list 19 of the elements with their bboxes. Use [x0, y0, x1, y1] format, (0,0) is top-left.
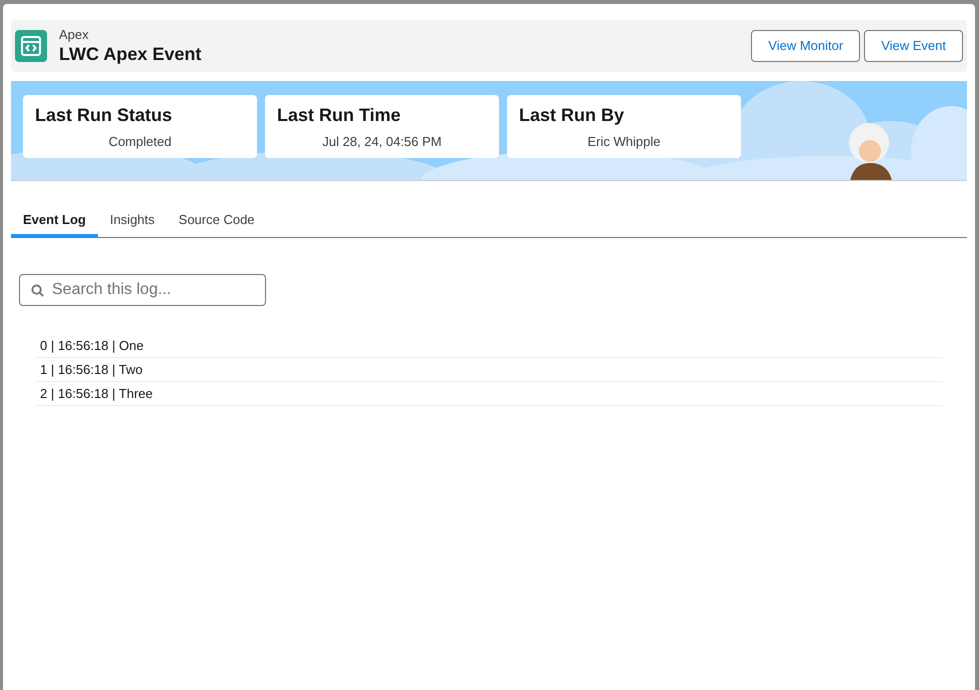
code-window-icon	[15, 30, 47, 62]
stat-value: Eric Whipple	[586, 133, 662, 151]
log-row: 1 | 16:56:18 | Two	[36, 358, 942, 382]
tab[interactable]: Source Code	[166, 205, 267, 237]
header-button[interactable]: View Monitor	[751, 30, 860, 62]
search-icon	[31, 284, 44, 297]
log-row: 0 | 16:56:18 | One	[36, 334, 942, 358]
subtitle: Apex	[59, 26, 90, 43]
stat-value: Jul 28, 24, 04:56 PM	[321, 133, 443, 151]
tab[interactable]: Event Log	[11, 205, 98, 237]
window-title: LWC Apex Event	[59, 42, 202, 66]
tab[interactable]: Insights	[98, 205, 167, 237]
stat-value: Completed	[108, 133, 172, 151]
header-button[interactable]: View Event	[864, 30, 963, 62]
stat-label: Last Run Time	[277, 104, 402, 127]
stat-label: Last Run Status	[35, 104, 174, 127]
log-row: 2 | 16:56:18 | Three	[36, 382, 942, 406]
stat-label: Last Run By	[519, 104, 626, 127]
search-field[interactable]: Search this log...	[19, 274, 266, 306]
